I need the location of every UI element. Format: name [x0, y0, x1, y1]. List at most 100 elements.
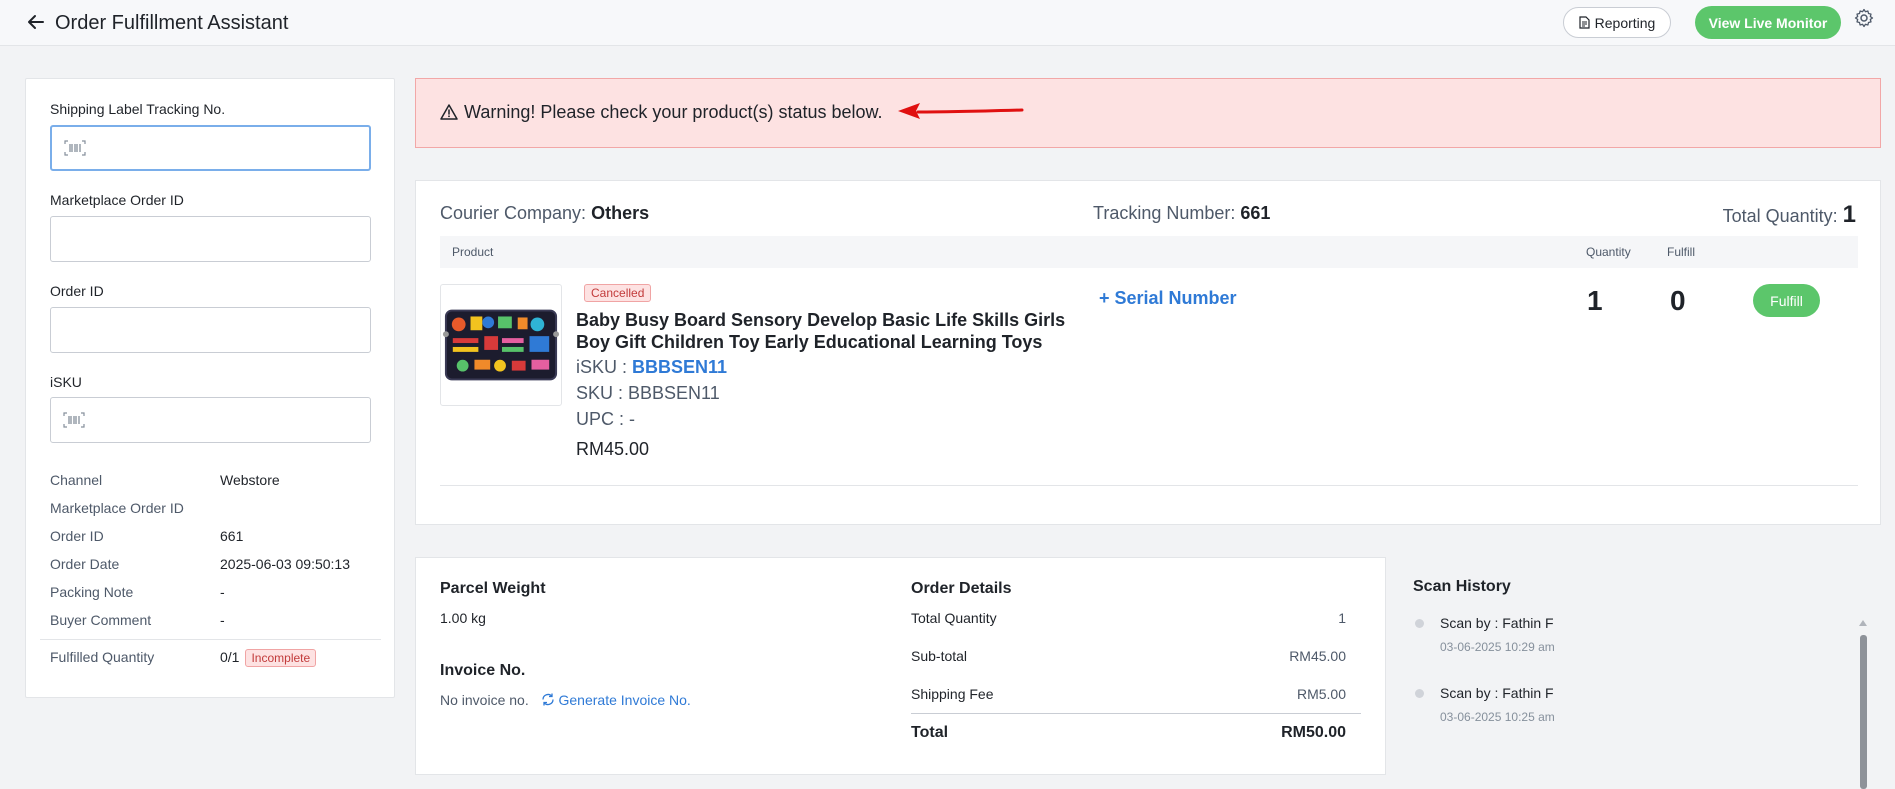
document-icon — [1579, 16, 1590, 29]
scan-by: Scan by : Fathin F — [1440, 685, 1554, 701]
info-key: Buyer Comment — [50, 612, 152, 628]
courier-label: Courier Company: — [440, 203, 587, 223]
page-title: Order Fulfillment Assistant — [55, 12, 289, 34]
isku-field[interactable] — [50, 397, 371, 443]
view-live-monitor-button[interactable]: View Live Monitor — [1695, 6, 1841, 39]
order-details-title: Order Details — [911, 580, 1012, 597]
product-sku: SKU : BBBSEN11 — [576, 383, 720, 403]
total-quantity-value: 1 — [1842, 201, 1856, 228]
order-detail-row: Shipping Fee RM5.00 — [911, 686, 1346, 702]
parcel-weight-value: 1.00 kg — [440, 610, 486, 626]
order-card: Courier Company: Others Tracking Number:… — [415, 180, 1881, 525]
order-id-field[interactable] — [50, 307, 371, 353]
scan-history-title: Scan History — [1413, 578, 1511, 595]
info-value: - — [220, 612, 225, 628]
status-badge: Incomplete — [245, 649, 317, 668]
marketplace-order-id-field[interactable] — [50, 216, 371, 262]
add-serial-number-button[interactable]: + Serial Number — [1099, 288, 1237, 309]
fulfilled-count: 0/1 — [220, 649, 240, 665]
generate-invoice-label: Generate Invoice No. — [558, 692, 691, 708]
parcel-weight-title: Parcel Weight — [440, 580, 546, 597]
scan-by: Scan by : Fathin F — [1440, 615, 1554, 631]
scan-time: 03-06-2025 10:29 am — [1440, 640, 1555, 654]
info-key: Fulfilled Quantity — [50, 649, 155, 665]
quantity-value: 1 — [1587, 285, 1603, 316]
red-arrow-annotation — [898, 103, 1024, 119]
tracking-number: Tracking Number: 661 — [1093, 203, 1270, 224]
info-value: 661 — [220, 528, 244, 544]
isku-label: iSKU — [50, 374, 82, 390]
invoice-value: No invoice no. Generate Invoice No. — [440, 692, 691, 708]
order-total-row: Total RM50.00 — [911, 724, 1346, 742]
info-key: Order ID — [50, 528, 104, 544]
total-label: Total — [911, 724, 949, 741]
invoice-title: Invoice No. — [440, 662, 526, 679]
marketplace-order-id-input[interactable] — [51, 217, 370, 261]
fulfill-button[interactable]: Fulfill — [1753, 284, 1820, 317]
info-value: - — [220, 584, 225, 600]
isku-input[interactable] — [85, 398, 370, 442]
warning-banner: Warning! Please check your product(s) st… — [415, 78, 1881, 148]
detail-value: 1 — [1338, 610, 1346, 626]
tracking-no-label: Shipping Label Tracking No. — [50, 101, 226, 117]
barcode-icon — [64, 140, 86, 156]
timeline-dot — [1415, 619, 1424, 628]
info-value: Webstore — [220, 472, 280, 488]
reporting-label: Reporting — [1594, 14, 1656, 31]
product-price: RM45.00 — [576, 439, 650, 459]
refresh-icon — [541, 693, 554, 706]
invoice-no-text: No invoice no. — [440, 692, 529, 708]
courier-company: Courier Company: Others — [440, 203, 649, 224]
scrollbar-thumb[interactable] — [1860, 635, 1867, 789]
detail-value: RM5.00 — [1296, 686, 1346, 702]
isku-prefix: iSKU : — [576, 357, 628, 377]
product-name: Baby Busy Board Sensory Develop Basic Li… — [576, 310, 1066, 352]
isku-link[interactable]: BBBSEN11 — [632, 357, 727, 377]
col-quantity: Quantity — [1586, 245, 1631, 259]
product-isku: iSKU : BBBSEN11 — [576, 357, 727, 378]
reporting-button[interactable]: Reporting — [1563, 7, 1671, 38]
scroll-up-arrow-icon[interactable] — [1859, 620, 1867, 626]
tracking-no-input[interactable] — [86, 127, 369, 169]
tracking-label: Tracking Number: — [1093, 203, 1236, 223]
info-key: Channel — [50, 472, 103, 488]
info-value: 2025-06-03 09:50:13 — [220, 556, 350, 572]
tracking-value: 661 — [1240, 203, 1271, 223]
info-key: Marketplace Order ID — [50, 500, 184, 516]
total-quantity-label: Total Quantity: — [1722, 206, 1838, 226]
marketplace-order-id-label: Marketplace Order ID — [50, 192, 184, 208]
col-product: Product — [452, 245, 494, 259]
col-fulfill: Fulfill — [1667, 245, 1696, 259]
back-arrow-icon[interactable] — [26, 12, 46, 32]
product-table-header: Product Quantity Fulfill — [440, 236, 1858, 268]
detail-value: RM45.00 — [1289, 648, 1346, 664]
detail-label: Sub-total — [911, 648, 968, 664]
app-header: Order Fulfillment Assistant Reporting Vi… — [0, 0, 1895, 46]
warning-triangle-icon — [440, 104, 458, 120]
tracking-no-field[interactable] — [50, 125, 371, 171]
info-key: Packing Note — [50, 584, 134, 600]
divider — [440, 485, 1858, 486]
order-summary-card: Parcel Weight 1.00 kg Invoice No. No inv… — [415, 557, 1386, 775]
gear-icon[interactable] — [1854, 8, 1874, 28]
order-detail-row: Sub-total RM45.00 — [911, 648, 1346, 664]
order-id-label: Order ID — [50, 283, 104, 299]
barcode-icon — [63, 412, 85, 428]
scan-time: 03-06-2025 10:25 am — [1440, 710, 1555, 724]
courier-value: Others — [591, 203, 650, 223]
generate-invoice-button[interactable]: Generate Invoice No. — [541, 692, 691, 708]
search-panel: Shipping Label Tracking No. Marketplace … — [25, 78, 395, 698]
divider — [911, 713, 1361, 714]
timeline-dot — [1415, 689, 1424, 698]
product-image — [440, 284, 562, 406]
info-key: Order Date — [50, 556, 120, 572]
order-id-input[interactable] — [51, 308, 370, 352]
total-value: RM50.00 — [1281, 724, 1346, 741]
status-badge: Cancelled — [584, 284, 652, 302]
order-detail-row: Total Quantity 1 — [911, 610, 1346, 626]
divider — [40, 639, 381, 640]
warning-text: Warning! Please check your product(s) st… — [464, 102, 883, 122]
detail-label: Total Quantity — [911, 610, 997, 626]
info-value: 0/1 Incomplete — [220, 649, 317, 668]
fulfill-value: 0 — [1670, 285, 1686, 316]
